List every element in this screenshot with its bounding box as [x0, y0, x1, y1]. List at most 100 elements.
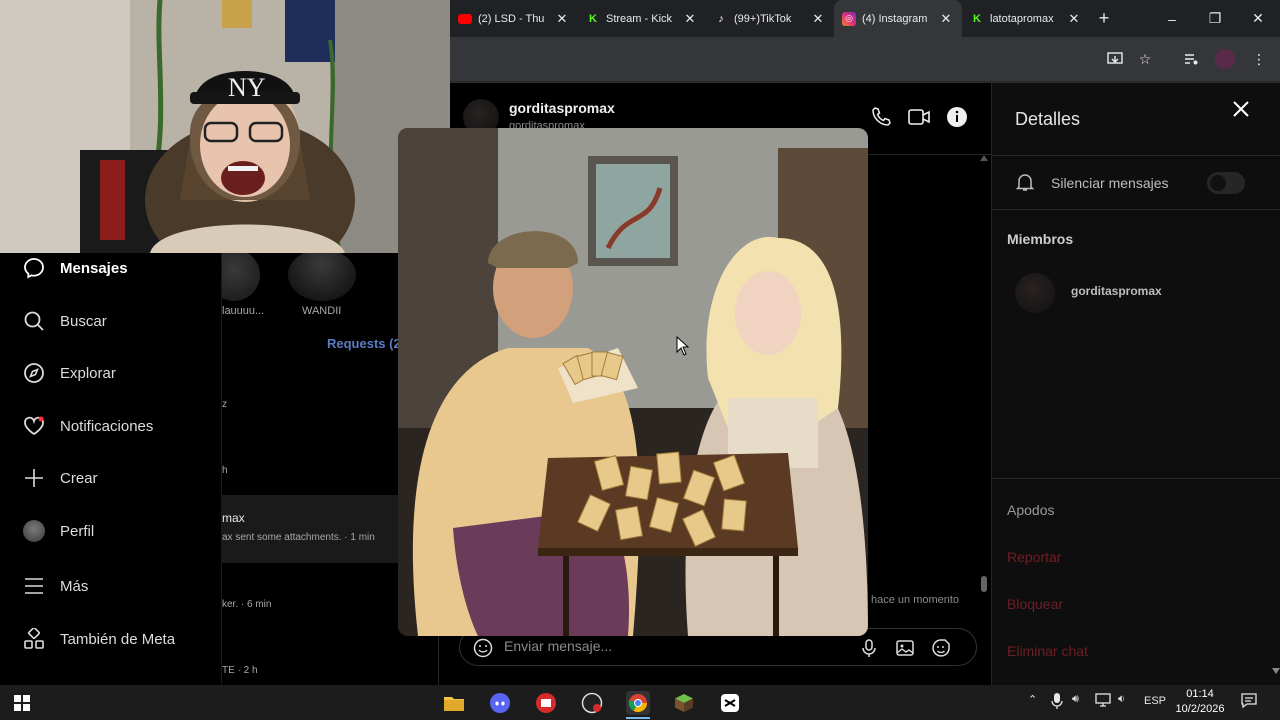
report-link[interactable]: Reportar — [1007, 549, 1061, 565]
message-timestamp: hace un momento — [871, 594, 960, 606]
bell-icon — [1015, 172, 1037, 194]
nav-search-label: Buscar — [60, 312, 107, 330]
photo-image — [398, 128, 868, 636]
kick-icon: K — [973, 12, 981, 25]
details-panel: Detalles Silenciar mensajes Miembros gor… — [991, 83, 1280, 685]
language-indicator[interactable]: ESP — [1144, 695, 1166, 707]
network-tray-icon[interactable] — [1095, 693, 1111, 710]
profile-avatar-icon[interactable] — [1215, 49, 1235, 69]
close-tab-icon[interactable]: ✕ — [554, 11, 570, 27]
conversation-row[interactable]: TE · 2 h — [222, 655, 438, 685]
members-heading: Miembros — [1007, 231, 1074, 247]
block-link[interactable]: Bloquear — [1007, 596, 1063, 612]
nav-also-from-meta[interactable]: También de Meta — [22, 624, 175, 654]
chrome-icon[interactable] — [626, 691, 650, 715]
media-controls-icon[interactable] — [1181, 49, 1201, 69]
emoji-icon[interactable] — [472, 637, 494, 659]
svg-text:NY: NY — [228, 73, 266, 102]
bookmark-star-icon[interactable]: ☆ — [1135, 49, 1155, 69]
messenger-icon — [22, 256, 46, 280]
close-tab-icon[interactable]: ✕ — [938, 11, 954, 27]
tab-tiktok[interactable]: ♪ (99+)TikTok ✕ — [706, 0, 834, 37]
plus-icon — [22, 466, 46, 490]
conversation-preview: ker. · 6 min — [222, 599, 272, 610]
nav-profile[interactable]: Perfil — [22, 516, 94, 546]
minimize-button[interactable]: – — [1150, 0, 1194, 37]
profile-avatar — [22, 519, 46, 543]
tab-kick-latotapromax[interactable]: K latotapromax ✕ — [962, 0, 1090, 37]
shared-photo-preview[interactable] — [398, 128, 868, 636]
app-red-icon[interactable] — [534, 691, 558, 715]
sticker-icon[interactable] — [930, 637, 952, 659]
message-input[interactable] — [504, 638, 804, 654]
chat-name[interactable]: gorditaspromax — [509, 100, 615, 116]
mute-messages-toggle[interactable] — [1207, 172, 1245, 194]
close-tab-icon[interactable]: ✕ — [810, 11, 826, 27]
tray-expand-icon[interactable]: ⌃ — [1028, 693, 1037, 706]
nav-explore-label: Explorar — [60, 364, 116, 382]
video-call-icon[interactable] — [907, 105, 931, 129]
chat-scrollbar[interactable] — [979, 155, 989, 603]
nav-notifications[interactable]: Notificaciones — [22, 411, 153, 441]
info-icon[interactable] — [945, 105, 969, 129]
more-menu-icon[interactable]: ⋮ — [1249, 49, 1269, 69]
tab-instagram[interactable]: ◎ (4) Instagram ✕ — [834, 0, 962, 37]
system-clock[interactable]: 01:14 10/2/2026 — [1168, 687, 1232, 717]
member-avatar[interactable] — [1015, 273, 1055, 313]
tab-kick-stream[interactable]: K Stream - Kick ✕ — [578, 0, 706, 37]
delete-chat-link[interactable]: Eliminar chat — [1007, 643, 1088, 659]
divider — [992, 155, 1280, 156]
microphone-icon[interactable] — [858, 637, 880, 659]
mute-messages-label: Silenciar mensajes — [1051, 175, 1169, 191]
nav-meta-label: También de Meta — [60, 630, 176, 648]
nav-more-label: Más — [60, 577, 89, 595]
member-name[interactable]: gorditaspromax — [1071, 284, 1162, 298]
clock-date: 10/2/2026 — [1175, 703, 1225, 715]
note-avatar[interactable] — [288, 249, 356, 301]
minecraft-icon[interactable] — [672, 691, 696, 715]
microphone-tray-icon[interactable] — [1051, 693, 1063, 712]
close-tab-icon[interactable]: ✕ — [682, 11, 698, 27]
note-avatar[interactable] — [222, 249, 260, 301]
nav-messages[interactable]: Mensajes — [22, 253, 128, 283]
notifications-tray-icon[interactable] — [1241, 693, 1257, 712]
close-icon[interactable] — [1229, 97, 1253, 121]
conversation-name: max — [222, 511, 245, 525]
windows-start-icon[interactable] — [10, 691, 34, 715]
compass-icon — [22, 361, 46, 385]
speaker-tray-icon[interactable]: 🔊︎ — [1072, 693, 1079, 706]
image-icon[interactable] — [894, 637, 916, 659]
capcut-icon[interactable] — [718, 691, 742, 715]
scroll-down-arrow[interactable] — [1272, 668, 1280, 674]
nav-create[interactable]: Crear — [22, 463, 98, 493]
youtube-icon — [458, 13, 472, 24]
nicknames-link[interactable]: Apodos — [1007, 502, 1054, 518]
divider — [992, 478, 1280, 479]
phone-icon[interactable] — [869, 105, 893, 129]
tab-title: latotapromax — [990, 12, 1054, 25]
install-app-icon[interactable] — [1105, 49, 1125, 69]
discord-icon[interactable] — [488, 691, 512, 715]
tab-lsd[interactable]: (2) LSD - Thu ✕ — [450, 0, 578, 37]
conversation-preview: z — [222, 399, 227, 410]
volume-tray-icon[interactable]: 🔉︎ — [1118, 693, 1125, 706]
tiktok-icon: ♪ — [718, 12, 724, 25]
nav-explore[interactable]: Explorar — [22, 358, 116, 388]
webcam-feed-image: NY — [0, 0, 450, 253]
divider — [992, 209, 1280, 210]
nav-more[interactable]: Más — [22, 571, 88, 601]
webcam-overlay: NY — [0, 0, 450, 253]
new-tab-button[interactable]: + — [1090, 8, 1118, 29]
nav-profile-label: Perfil — [60, 522, 95, 540]
file-explorer-icon[interactable] — [442, 691, 466, 715]
details-title: Detalles — [1015, 109, 1081, 129]
close-tab-icon[interactable]: ✕ — [1066, 11, 1082, 27]
message-requests-link[interactable]: Requests (2 — [327, 336, 401, 351]
close-window-button[interactable]: ✕ — [1236, 0, 1280, 37]
note-name: WANDII — [302, 305, 342, 317]
heart-icon — [22, 414, 46, 438]
obs-icon[interactable] — [580, 691, 604, 715]
nav-search[interactable]: Buscar — [22, 306, 107, 336]
maximize-button[interactable]: ❐ — [1193, 0, 1237, 37]
clock-time: 01:14 — [1186, 688, 1214, 700]
